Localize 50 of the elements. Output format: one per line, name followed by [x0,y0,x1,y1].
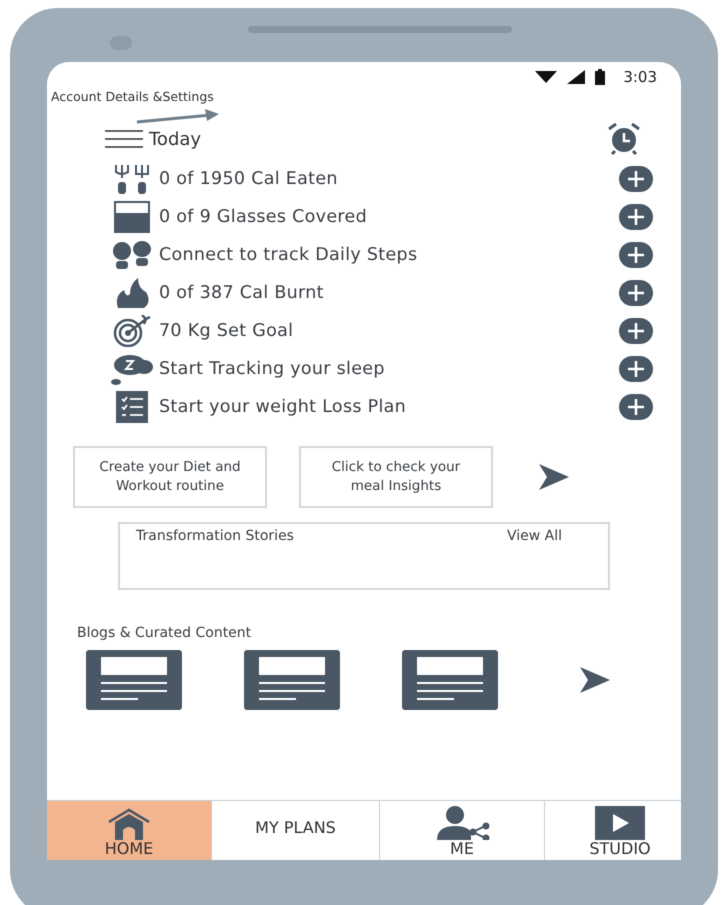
add-button[interactable] [619,204,653,230]
glass-icon [114,201,150,233]
chevron-right-icon[interactable] [578,665,612,695]
wifi-icon [535,71,558,83]
plus-icon [627,360,645,378]
tracker-label: Start your weight Loss Plan [159,396,406,419]
plus-icon [627,208,645,226]
fork-knife-icon [112,164,152,194]
plus-icon [627,170,645,188]
add-button[interactable] [619,166,653,192]
tracker-label: Start Tracking your sleep [159,358,385,381]
article-thumbnail-icon[interactable] [86,650,182,710]
nav-tab[interactable]: HOME [47,801,212,860]
home-icon [107,808,151,840]
play-icon [595,806,645,840]
flame-icon [114,278,150,308]
tracker-label: 0 of 387 Cal Burnt [159,282,324,305]
chevron-right-icon[interactable] [537,462,571,492]
signal-icon [567,70,586,84]
battery-icon [595,69,606,85]
arrow-icon [135,108,221,124]
page-title: Today [149,128,202,152]
checklist-icon [116,391,148,423]
footprints-icon [112,241,152,269]
target-icon [112,315,152,347]
tracker-label: 70 Kg Set Goal [159,320,294,343]
article-thumbnail-icon[interactable] [402,650,498,710]
menu-icon[interactable] [105,129,143,149]
tracker-label: Connect to track Daily Steps [159,244,418,267]
status-time: 3:03 [623,66,657,88]
plus-icon [627,398,645,416]
tracker-label: 0 of 9 Glasses Covered [159,206,367,229]
view-all-link[interactable]: View All [506,526,562,547]
plus-icon [627,284,645,302]
plus-icon [627,322,645,340]
account-settings-title: Account Details &Settings [51,89,214,104]
alarm-clock-icon[interactable] [607,123,641,155]
article-thumbnail-icon[interactable] [244,650,340,710]
add-button[interactable] [619,242,653,268]
action-card[interactable]: Click to check your meal Insights [299,446,493,508]
add-button[interactable] [619,280,653,306]
add-button[interactable] [619,394,653,420]
plus-icon [627,246,645,264]
add-button[interactable] [619,356,653,382]
tracker-label: 0 of 1950 Cal Eaten [159,168,338,191]
blogs-title: Blogs & Curated Content [77,625,252,641]
sleep-cloud-icon [110,353,154,385]
action-card[interactable]: Create your Diet and Workout routine [73,446,267,508]
stories-title: Transformation Stories [136,527,294,546]
add-button[interactable] [619,318,653,344]
